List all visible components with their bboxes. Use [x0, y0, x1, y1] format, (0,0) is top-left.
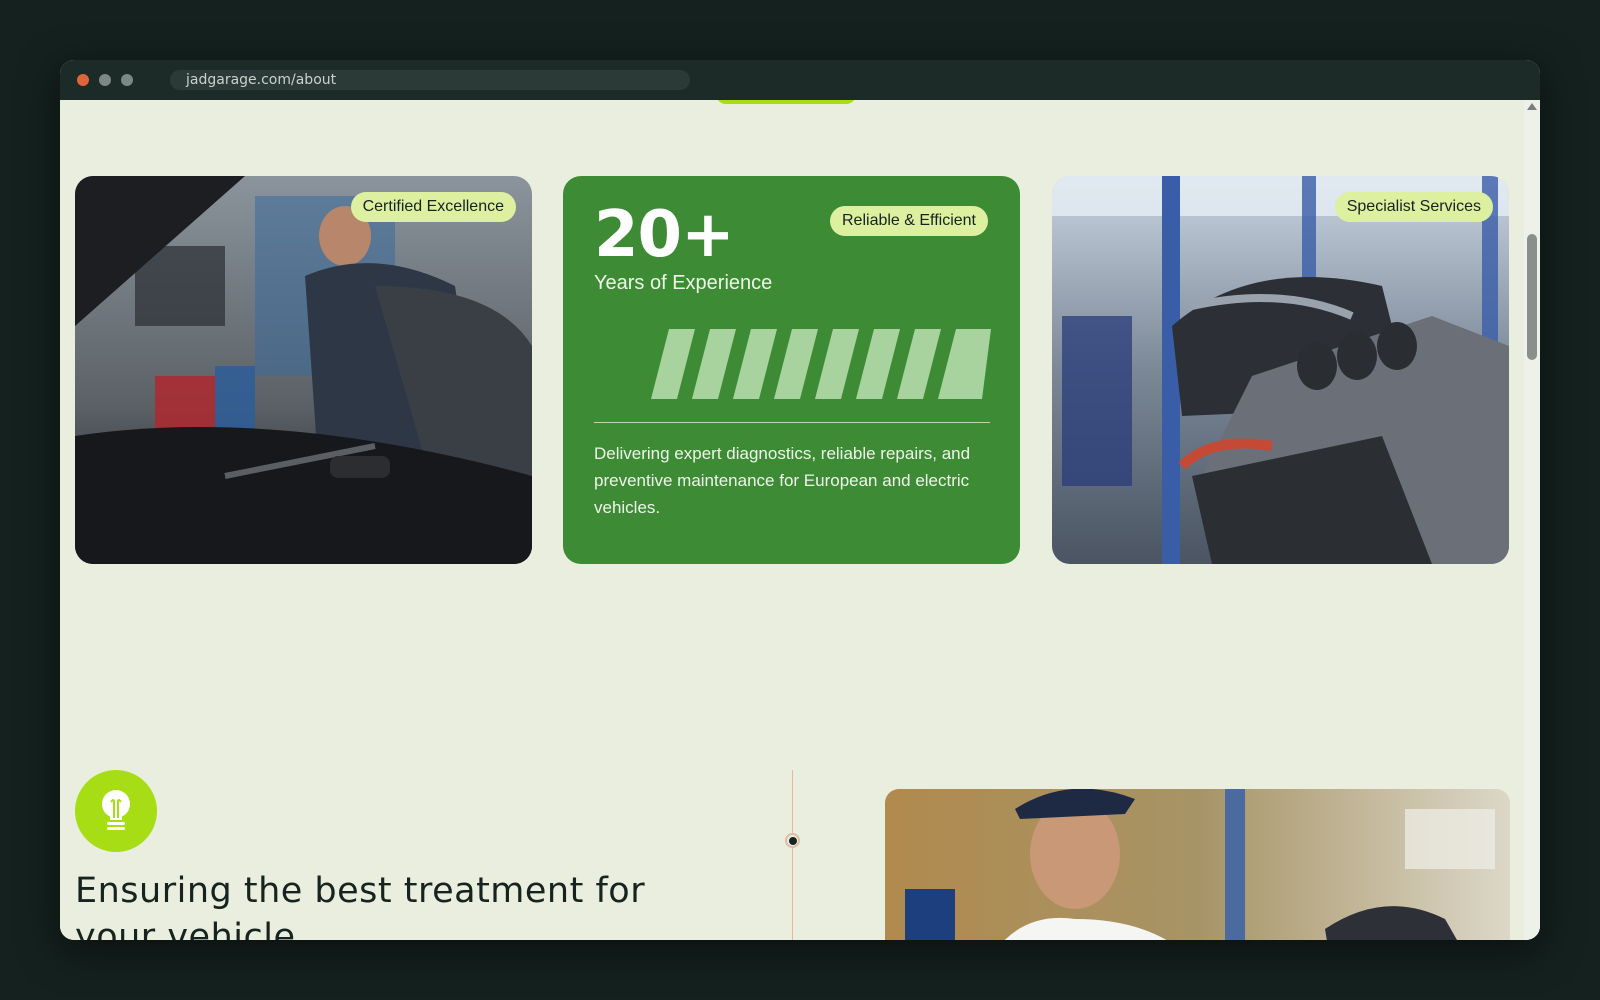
vertical-scrollbar[interactable]	[1524, 100, 1540, 940]
maximize-window-button[interactable]	[121, 74, 133, 86]
smiling-mechanic-photo	[885, 789, 1510, 940]
stripes-graphic	[651, 329, 991, 399]
timeline-marker	[785, 833, 800, 848]
engine-photo	[1052, 176, 1509, 564]
close-window-button[interactable]	[77, 74, 89, 86]
section-heading: Ensuring the best treatment for your veh…	[75, 871, 646, 940]
experience-card: 20+ Years of Experience Reliable & Effic…	[563, 176, 1020, 564]
certified-excellence-badge: Certified Excellence	[350, 192, 516, 222]
lightbulb-icon	[102, 790, 130, 830]
timeline-line	[792, 770, 793, 940]
certified-card: Certified Excellence	[75, 176, 532, 564]
page-viewport: Certified Excellence 20+ Years of Experi…	[60, 100, 1540, 940]
scrollbar-thumb[interactable]	[1527, 234, 1537, 360]
mechanic-photo	[75, 176, 532, 564]
reliable-efficient-badge: Reliable & Efficient	[830, 206, 988, 236]
card-divider	[594, 422, 990, 423]
cta-button[interactable]	[716, 100, 856, 104]
browser-titlebar: jadgarage.com/about	[60, 60, 1540, 100]
minimize-window-button[interactable]	[99, 74, 111, 86]
years-stat-label: Years of Experience	[594, 272, 773, 294]
scroll-up-arrow-icon[interactable]	[1527, 103, 1537, 110]
specialist-services-badge: Specialist Services	[1334, 192, 1493, 222]
specialist-card: Specialist Services	[1052, 176, 1509, 564]
url-bar[interactable]: jadgarage.com/about	[170, 70, 690, 90]
years-stat-value: 20+	[594, 198, 735, 272]
browser-window: jadgarage.com/about Certified Excellence…	[60, 60, 1540, 940]
lightbulb-icon-circle	[75, 770, 157, 852]
experience-description: Delivering expert diagnostics, reliable …	[594, 444, 971, 517]
